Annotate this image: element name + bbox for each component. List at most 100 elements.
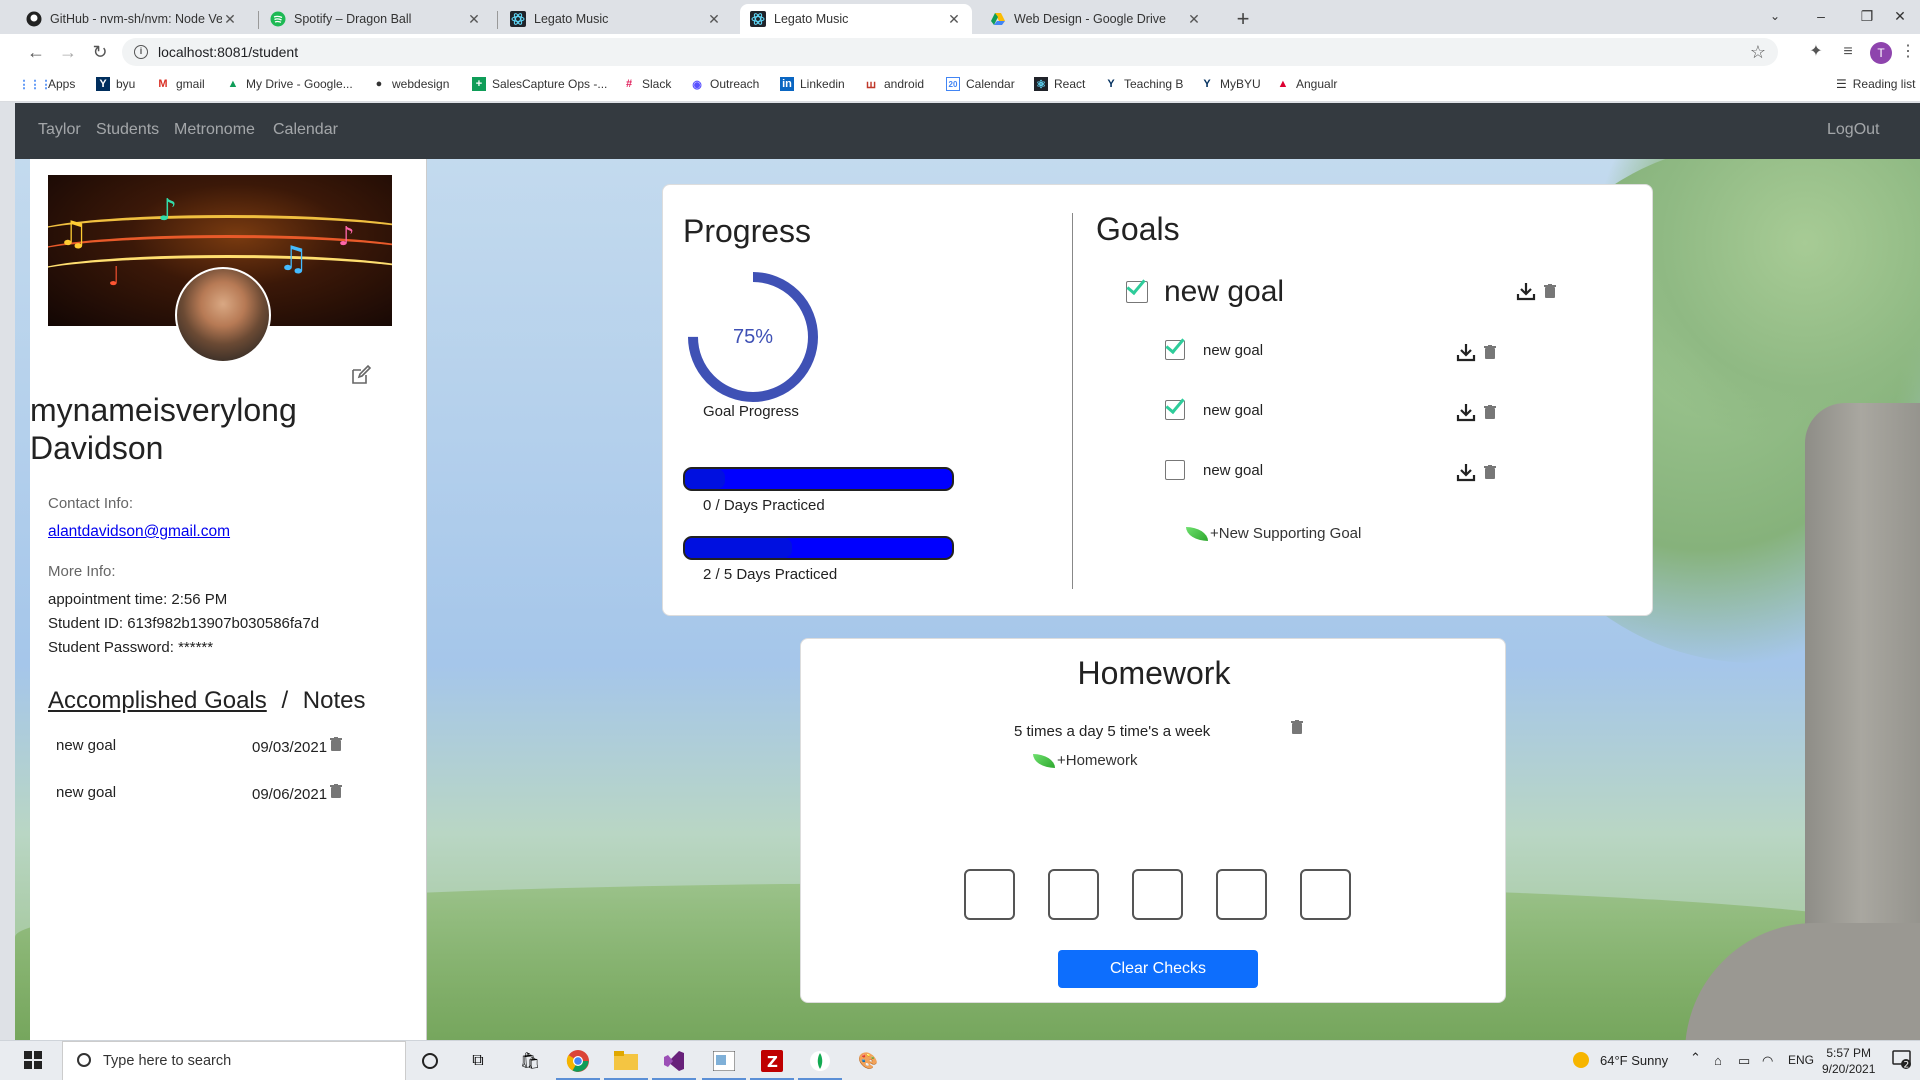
logout-link[interactable]: LogOut: [1827, 121, 1879, 139]
search-placeholder: Type here to search: [103, 1053, 232, 1069]
email-link[interactable]: alantdavidson@gmail.com: [48, 523, 230, 541]
practice-day-checkbox[interactable]: [1300, 869, 1351, 920]
bookmark-outreach[interactable]: ◉ Outreach: [690, 77, 759, 91]
bookmark-apps[interactable]: ⋮⋮⋮ Apps: [19, 77, 76, 91]
nav-calendar[interactable]: Calendar: [273, 121, 338, 139]
system-clock[interactable]: 5:57 PM 9/20/2021: [1822, 1045, 1875, 1077]
bookmark-mybyu[interactable]: Y MyBYU: [1200, 77, 1260, 91]
menu-icon[interactable]: ⋮: [1898, 42, 1918, 62]
clear-checks-button[interactable]: Clear Checks: [1058, 950, 1258, 988]
practice-day-checkbox[interactable]: [964, 869, 1015, 920]
bookmark-calendar[interactable]: 20 Calendar: [946, 77, 1015, 91]
byu-icon: Y: [1203, 78, 1211, 90]
tab-notes[interactable]: Notes: [303, 687, 366, 714]
minimize-button[interactable]: –: [1798, 0, 1844, 32]
browser-tab-legato-1[interactable]: Legato Music ✕: [500, 4, 732, 34]
wifi-icon[interactable]: ◠: [1762, 1053, 1773, 1069]
close-tab-icon[interactable]: ✕: [706, 11, 722, 27]
language-indicator[interactable]: ENG: [1788, 1053, 1814, 1067]
days-practiced-bar: [683, 536, 954, 560]
bookmark-angular[interactable]: ▲ Angualr: [1276, 77, 1338, 91]
site-info-icon[interactable]: i: [134, 45, 148, 59]
edit-profile-icon[interactable]: [350, 364, 372, 386]
bookmark-my-drive[interactable]: ▲ My Drive - Google...: [226, 77, 353, 91]
goal-checkbox[interactable]: [1165, 333, 1185, 360]
goal-progress-ring: 75%: [685, 269, 821, 405]
trash-icon[interactable]: [1484, 464, 1496, 485]
mongodb-compass-icon[interactable]: [798, 1047, 842, 1080]
bookmark-slack[interactable]: # Slack: [622, 77, 671, 91]
add-homework-button[interactable]: +Homework: [1033, 752, 1137, 769]
nav-metronome[interactable]: Metronome: [174, 121, 255, 139]
nav-students[interactable]: Students: [96, 121, 159, 139]
terminal-window-icon[interactable]: [702, 1047, 746, 1080]
visual-studio-icon[interactable]: [652, 1047, 696, 1080]
browser-tab-legato-2[interactable]: Legato Music ✕: [740, 4, 972, 34]
bookmark-teaching[interactable]: Y Teaching B: [1104, 77, 1183, 91]
bookmark-salescapture[interactable]: + SalesCapture Ops -...: [472, 77, 607, 91]
browser-toolbar: ← → ↻ i localhost:8081/student ☆ ✦ ≡ T ⋮: [0, 34, 1920, 70]
goal-checkbox[interactable]: [1165, 393, 1185, 420]
practice-day-checkbox[interactable]: [1048, 869, 1099, 920]
trash-icon[interactable]: [330, 784, 342, 803]
reload-button[interactable]: ↻: [86, 38, 114, 66]
close-tab-icon[interactable]: ✕: [222, 11, 238, 27]
extensions-icon[interactable]: ✦: [1806, 42, 1826, 62]
taskbar-search-input[interactable]: Type here to search: [62, 1041, 406, 1080]
trash-icon[interactable]: [1484, 404, 1496, 425]
download-icon[interactable]: [1516, 281, 1536, 306]
goal-checkbox[interactable]: [1126, 274, 1148, 303]
trash-icon[interactable]: [330, 737, 342, 756]
network-icon[interactable]: ⌂: [1714, 1053, 1722, 1068]
bookmark-star-icon[interactable]: ☆: [1750, 42, 1766, 63]
filezilla-icon[interactable]: Z: [750, 1047, 794, 1080]
chrome-icon[interactable]: [556, 1047, 600, 1080]
cortana-icon[interactable]: [416, 1047, 444, 1075]
task-view-icon[interactable]: ⧉: [464, 1047, 492, 1075]
bookmark-gmail[interactable]: Mgmail: [156, 77, 204, 91]
new-supporting-goal-button[interactable]: +New Supporting Goal: [1186, 525, 1361, 542]
bookmark-react[interactable]: ⚛ React: [1034, 77, 1085, 91]
download-icon[interactable]: [1456, 342, 1476, 367]
bookmark-byu[interactable]: Ybyu: [96, 77, 135, 91]
tab-search-icon[interactable]: ⌄: [1752, 0, 1798, 32]
paint-icon[interactable]: 🎨: [854, 1047, 882, 1075]
notification-center-icon[interactable]: 2: [1892, 1049, 1912, 1072]
bookmark-android[interactable]: ꟺ android: [864, 77, 924, 91]
browser-tab-drive[interactable]: Web Design - Google Drive ✕: [980, 4, 1212, 34]
close-tab-icon[interactable]: ✕: [466, 11, 482, 27]
bookmark-webdesign[interactable]: ● webdesign: [372, 77, 450, 91]
browser-tab-github[interactable]: GitHub - nvm-sh/nvm: Node Ver ✕: [16, 4, 248, 34]
download-icon[interactable]: [1456, 402, 1476, 427]
profile-avatar[interactable]: T: [1870, 42, 1892, 64]
reading-list[interactable]: ☰ Reading list: [1836, 77, 1915, 91]
trash-icon[interactable]: [1484, 344, 1496, 365]
weather-text[interactable]: 64°F Sunny: [1600, 1053, 1668, 1068]
store-icon[interactable]: 🛍: [516, 1047, 544, 1075]
download-icon[interactable]: [1456, 462, 1476, 487]
add-homework-label: +Homework: [1057, 752, 1138, 769]
close-tab-icon[interactable]: ✕: [946, 11, 962, 27]
trash-icon[interactable]: [1544, 283, 1556, 304]
bookmark-linkedin[interactable]: in Linkedin: [780, 77, 845, 91]
goal-checkbox[interactable]: [1165, 460, 1185, 480]
trash-icon[interactable]: [1291, 720, 1303, 740]
nav-brand[interactable]: Taylor: [38, 121, 81, 139]
new-tab-button[interactable]: +: [1230, 6, 1256, 32]
file-explorer-icon[interactable]: [604, 1047, 648, 1080]
windows-start-icon[interactable]: [24, 1051, 42, 1069]
forward-button[interactable]: →: [54, 38, 82, 66]
battery-icon[interactable]: ▭: [1738, 1053, 1750, 1069]
practice-day-checkbox[interactable]: [1216, 869, 1267, 920]
practice-day-checkbox[interactable]: [1132, 869, 1183, 920]
browser-tab-spotify[interactable]: Spotify – Dragon Ball ✕: [260, 4, 492, 34]
chevron-up-icon[interactable]: ⌃: [1690, 1050, 1701, 1066]
close-window-button[interactable]: ✕: [1880, 0, 1920, 32]
media-queue-icon[interactable]: ≡: [1838, 42, 1858, 62]
close-tab-icon[interactable]: ✕: [1186, 11, 1202, 27]
slack-icon: #: [625, 78, 633, 90]
react-icon: [510, 11, 526, 27]
back-button[interactable]: ←: [22, 38, 50, 66]
address-bar[interactable]: i localhost:8081/student ☆: [122, 38, 1778, 66]
tab-accomplished-goals[interactable]: Accomplished Goals: [48, 687, 267, 714]
